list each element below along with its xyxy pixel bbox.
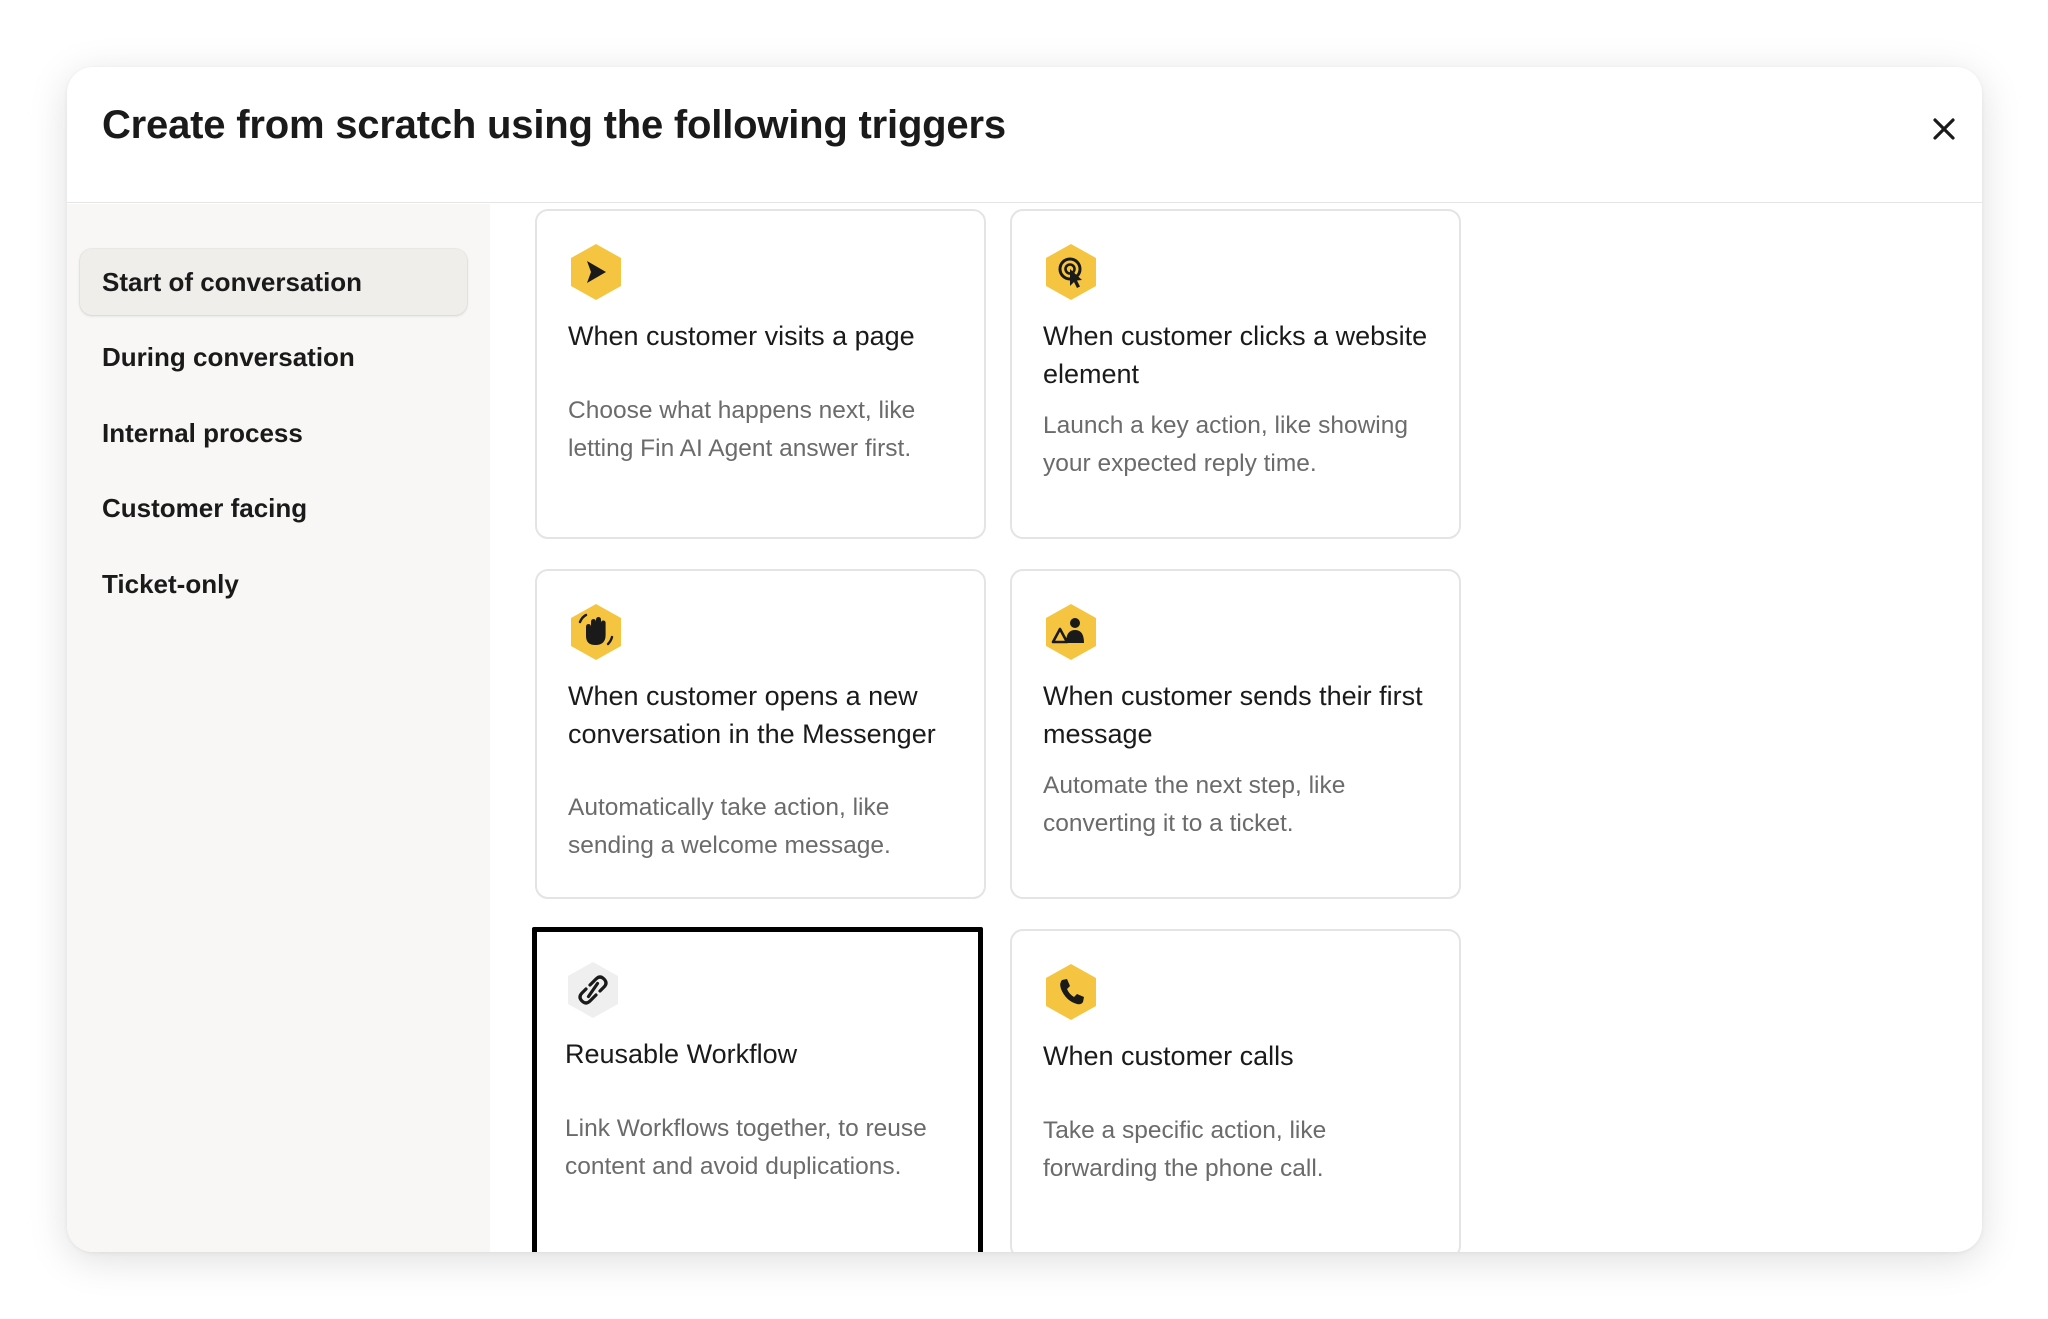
trigger-card-visits-page[interactable]: When customer visits a page Choose what … bbox=[535, 209, 986, 539]
close-button[interactable] bbox=[1924, 109, 1964, 149]
trigger-card-opens-conversation[interactable]: When customer opens a new conversation i… bbox=[535, 569, 986, 899]
trigger-description: Take a specific action, like forwarding … bbox=[1043, 1117, 1327, 1182]
trigger-title: When customer opens a new conversation i… bbox=[568, 681, 936, 749]
trigger-title: When customer visits a page bbox=[568, 321, 915, 351]
sidebar-item-start-of-conversation[interactable]: Start of conversation bbox=[80, 249, 467, 315]
trigger-card-clicks-element[interactable]: When customer clicks a website element L… bbox=[1010, 209, 1461, 539]
sidebar-item-customer-facing[interactable]: Customer facing bbox=[80, 475, 467, 541]
trigger-card-first-message[interactable]: When customer sends their first message … bbox=[1010, 569, 1461, 899]
trigger-title: When customer sends their first message bbox=[1043, 681, 1423, 749]
person-message-icon bbox=[1046, 604, 1096, 660]
sidebar-item-during-conversation[interactable]: During conversation bbox=[80, 324, 467, 390]
trigger-description: Link Workflows together, to reuse conten… bbox=[565, 1115, 927, 1180]
trigger-description: Choose what happens next, like letting F… bbox=[568, 397, 916, 462]
sidebar-item-ticket-only[interactable]: Ticket-only bbox=[80, 551, 467, 617]
trigger-modal: Create from scratch using the following … bbox=[67, 67, 1982, 1252]
close-icon bbox=[1933, 118, 1955, 140]
trigger-title: Reusable Workflow bbox=[565, 1039, 798, 1069]
modal-title: Create from scratch using the following … bbox=[102, 103, 1006, 147]
trigger-category-sidebar: Start of conversation During conversatio… bbox=[67, 204, 490, 1252]
link-icon bbox=[568, 962, 618, 1018]
modal-header: Create from scratch using the following … bbox=[67, 67, 1982, 203]
trigger-card-reusable-workflow[interactable]: Reusable Workflow Link Workflows togethe… bbox=[532, 927, 983, 1252]
trigger-description: Launch a key action, like showing your e… bbox=[1043, 412, 1408, 477]
phone-icon bbox=[1046, 964, 1096, 1020]
wave-hand-icon bbox=[571, 604, 621, 660]
trigger-title: When customer calls bbox=[1043, 1041, 1294, 1071]
cursor-click-icon bbox=[1046, 244, 1096, 300]
sidebar-item-internal-process[interactable]: Internal process bbox=[80, 400, 467, 466]
trigger-card-customer-calls[interactable]: When customer calls Take a specific acti… bbox=[1010, 929, 1461, 1252]
trigger-description: Automatically take action, like sending … bbox=[568, 794, 891, 859]
trigger-description: Automate the next step, like converting … bbox=[1043, 772, 1346, 837]
trigger-title: When customer clicks a website element bbox=[1043, 321, 1428, 389]
send-arrow-icon bbox=[571, 244, 621, 300]
